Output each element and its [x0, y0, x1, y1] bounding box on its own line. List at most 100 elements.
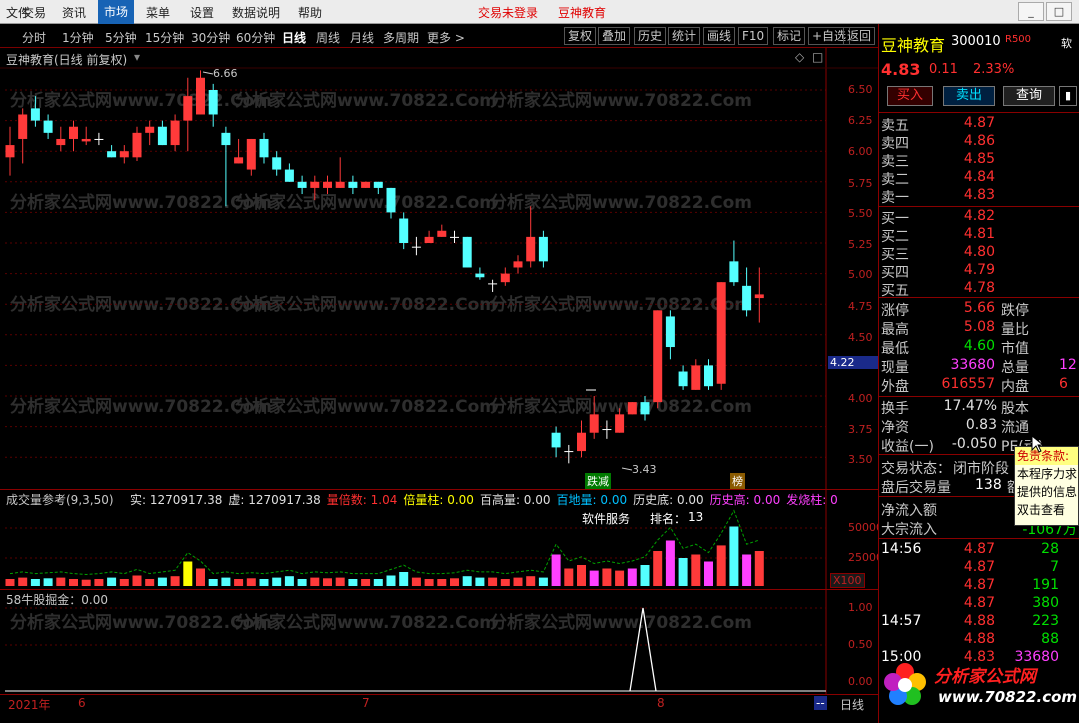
volume-bar — [704, 561, 713, 586]
row-label: 卖三 — [881, 154, 909, 170]
row-value: 5.08 — [963, 319, 995, 335]
ask-row[interactable]: 卖三 4.85 — [881, 151, 1077, 170]
volume-bar — [729, 526, 739, 586]
ask-row[interactable]: 卖四 4.86 — [881, 133, 1077, 152]
diamond-icon[interactable]: ◇ — [795, 50, 804, 64]
candle-body — [246, 138, 256, 170]
buy-button[interactable]: 买入 — [887, 86, 933, 106]
stat-row[interactable]: 现量 33680 总量 12 — [881, 357, 1077, 376]
indicator-spike — [629, 607, 657, 692]
candle-body — [94, 138, 104, 140]
ask-row[interactable]: 卖二 4.84 — [881, 169, 1077, 188]
menu-settings[interactable]: 设置 — [190, 4, 214, 21]
stat-row[interactable]: 外盘 616557 内盘 6 — [881, 376, 1077, 395]
period-week[interactable]: 周线 — [316, 29, 340, 46]
row-label: 现量 — [881, 360, 909, 376]
row-value: 4.79 — [963, 262, 995, 278]
price-axis-label: 4.00 — [848, 392, 873, 405]
period-month[interactable]: 月线 — [350, 29, 374, 46]
candle-body — [716, 282, 726, 384]
menu-data-help[interactable]: 数据说明 — [232, 4, 280, 21]
period-15min[interactable]: 15分钟 — [145, 29, 184, 46]
history-button[interactable]: 历史 — [634, 27, 667, 45]
bid-row[interactable]: 买三 4.80 — [881, 244, 1077, 263]
draw-button[interactable]: 画线 — [703, 27, 736, 45]
menu-market[interactable]: 市场 — [98, 0, 135, 24]
candle-body — [653, 310, 663, 403]
stat-row[interactable]: 最高 5.08 量比 — [881, 319, 1077, 338]
volume-bar — [246, 578, 256, 586]
candle-body — [551, 432, 561, 448]
candlestick-chart[interactable] — [0, 48, 878, 694]
stat-row[interactable]: 换手 17.47% 股本 — [881, 398, 1077, 417]
tick-row[interactable]: 14:57 4.88 223 — [881, 613, 1077, 631]
candle-body — [373, 181, 383, 188]
ask-row[interactable]: 卖一 4.83 — [881, 187, 1077, 206]
menu-trade[interactable]: 交易 — [22, 4, 46, 21]
sell-button[interactable]: 卖出 — [943, 86, 995, 106]
bid-row[interactable]: 买五 4.78 — [881, 280, 1077, 299]
period-tick[interactable]: 分时 — [22, 29, 46, 46]
scroll-marker[interactable]: -- — [814, 696, 827, 710]
chart-area[interactable]: 分析家公式网www.70822.Com 分析家公式网www.70822.Com … — [0, 48, 883, 694]
tick-price: 4.87 — [963, 595, 995, 611]
mark-button[interactable]: 标记 — [773, 27, 806, 45]
back-button[interactable]: 返回 — [843, 27, 876, 45]
disclaimer-tooltip[interactable]: 免责条款: 本程序力求 提供的信息 双击查看 — [1014, 446, 1079, 526]
tick-row[interactable]: 4.88 88 — [881, 631, 1077, 649]
row-label: 换手 — [881, 401, 909, 417]
candle-body — [475, 273, 485, 278]
date-axis-label: 7 — [362, 696, 370, 710]
period-5min[interactable]: 5分钟 — [105, 29, 137, 46]
candle-body — [272, 157, 282, 170]
tick-row[interactable]: 14:56 4.87 28 — [881, 541, 1077, 559]
last-price: 4.83 — [881, 60, 921, 79]
volume-bar — [716, 545, 726, 586]
bid-row[interactable]: 买二 4.81 — [881, 226, 1077, 245]
f10-button[interactable]: F10 — [738, 27, 769, 45]
tick-volume: 380 — [1032, 595, 1059, 611]
volume-bar — [754, 551, 764, 586]
period-30min[interactable]: 30分钟 — [191, 29, 230, 46]
square-icon[interactable]: □ — [812, 50, 823, 64]
volume-bar — [157, 577, 167, 586]
candle-body — [284, 169, 294, 182]
period-day[interactable]: 日线 — [282, 29, 306, 46]
price-axis-label: 6.00 — [848, 145, 873, 158]
site-logo: 分析家公式网 www.70822.com — [880, 658, 1077, 718]
candle-body — [132, 132, 142, 158]
row-value: 4.84 — [963, 169, 995, 185]
overlay-button[interactable]: 叠加 — [598, 27, 631, 45]
candle-body — [678, 371, 688, 387]
menu-menu[interactable]: 菜单 — [146, 4, 170, 21]
row-value: 4.60 — [963, 338, 995, 354]
trade-status: 闭市阶段 — [953, 461, 1009, 477]
tick-row[interactable]: 4.87 191 — [881, 577, 1077, 595]
ask-row[interactable]: 卖五 4.87 — [881, 115, 1077, 134]
tick-row[interactable]: 4.87 7 — [881, 559, 1077, 577]
stat-row[interactable]: 最低 4.60 市值 — [881, 338, 1077, 357]
maximize-button[interactable]: □ — [1046, 2, 1072, 21]
period-more[interactable]: 更多 > — [427, 29, 465, 46]
adjust-button[interactable]: 复权 — [564, 27, 597, 45]
stat-label: 股本 — [1001, 401, 1029, 417]
period-1min[interactable]: 1分钟 — [62, 29, 94, 46]
menu-help[interactable]: 帮助 — [298, 4, 322, 21]
minimize-button[interactable]: _ — [1018, 2, 1044, 21]
volume-bar — [348, 579, 358, 586]
bid-row[interactable]: 买一 4.82 — [881, 208, 1077, 227]
stat-row[interactable]: 涨停 5.66 跌停 — [881, 300, 1077, 319]
bid-row[interactable]: 买四 4.79 — [881, 262, 1077, 281]
stock-name: 豆神教育 — [881, 36, 946, 55]
query-button[interactable]: 查询 — [1003, 86, 1055, 106]
login-status[interactable]: 交易未登录 — [478, 4, 538, 21]
tick-row[interactable]: 4.87 380 — [881, 595, 1077, 613]
period-60min[interactable]: 60分钟 — [236, 29, 275, 46]
stat-row[interactable]: 净资 0.83 流通 — [881, 417, 1077, 436]
more-icon[interactable]: ▮ — [1059, 86, 1077, 106]
candle-body — [157, 126, 167, 146]
menu-news[interactable]: 资讯 — [62, 4, 86, 21]
chevron-down-icon[interactable]: ▾ — [134, 50, 140, 64]
period-multi[interactable]: 多周期 — [383, 29, 419, 46]
stats-button[interactable]: 统计 — [668, 27, 701, 45]
